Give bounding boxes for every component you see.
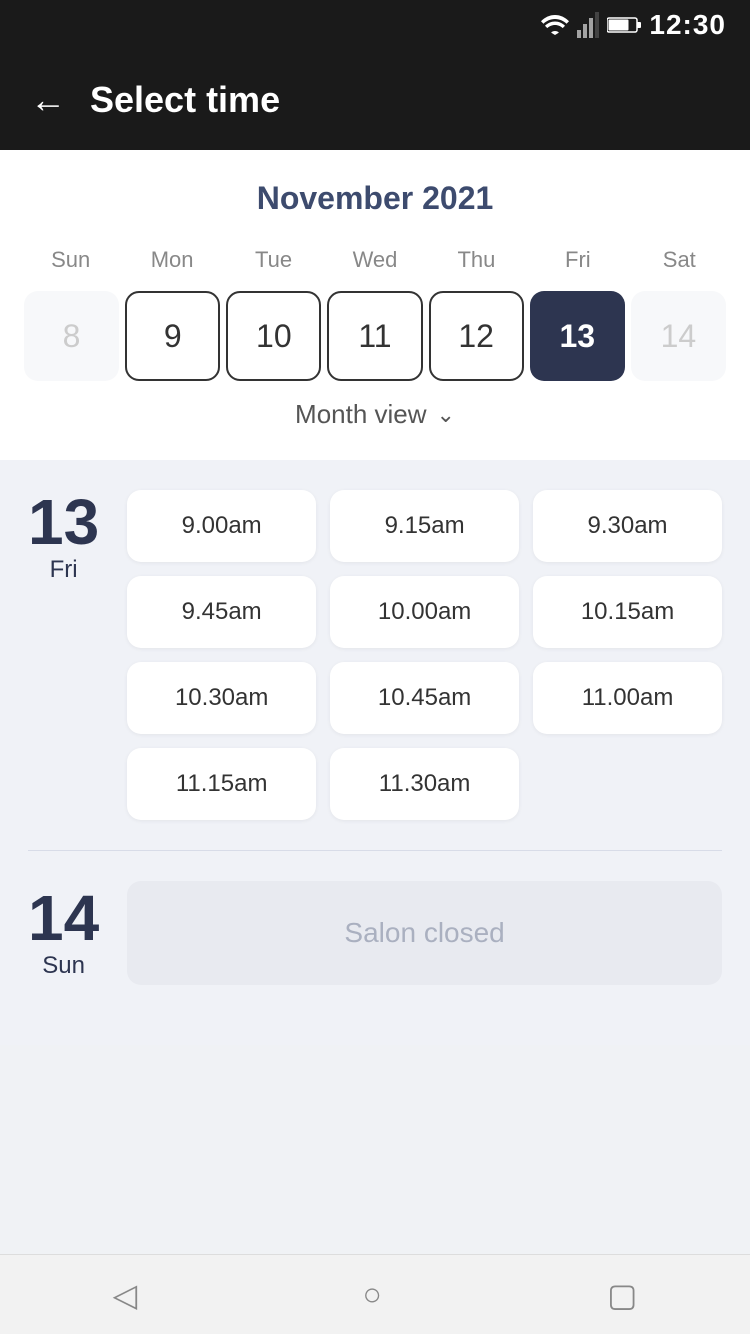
timeslots-grid-13: 9.00am 9.15am 9.30am 9.45am 10.00am 10.1…: [127, 490, 722, 820]
day-header-13: 13 Fri 9.00am 9.15am 9.30am 9.45am 10.00…: [28, 490, 722, 820]
timeslot-930am[interactable]: 9.30am: [533, 490, 722, 562]
nav-recent-icon[interactable]: ▢: [607, 1276, 637, 1314]
month-view-toggle[interactable]: Month view ⌄: [20, 381, 730, 440]
signal-icon: [577, 12, 599, 38]
calendar-section: November 2021 Sun Mon Tue Wed Thu Fri Sa…: [0, 150, 750, 460]
weekday-wed: Wed: [324, 241, 425, 279]
timeslot-1015am[interactable]: 10.15am: [533, 576, 722, 648]
back-button[interactable]: ←: [30, 82, 66, 118]
timeslot-900am[interactable]: 9.00am: [127, 490, 316, 562]
day-name-13: Fri: [50, 556, 78, 584]
day-section-14: 14 Sun Salon closed: [28, 881, 722, 985]
timeslot-1130am[interactable]: 11.30am: [330, 748, 519, 820]
month-year-label: November 2021: [20, 180, 730, 217]
weekday-fri: Fri: [527, 241, 628, 279]
date-cell-9[interactable]: 9: [125, 291, 220, 381]
timeslots-section: 13 Fri 9.00am 9.15am 9.30am 9.45am 10.00…: [0, 460, 750, 1045]
status-time: 12:30: [649, 9, 726, 41]
timeslot-1000am[interactable]: 10.00am: [330, 576, 519, 648]
date-cell-10[interactable]: 10: [226, 291, 321, 381]
salon-closed-block: 14 Sun Salon closed: [28, 881, 722, 985]
battery-icon: [607, 16, 641, 34]
day-section-13: 13 Fri 9.00am 9.15am 9.30am 9.45am 10.00…: [28, 490, 722, 820]
day-number-14: 14: [28, 886, 99, 950]
dates-row: 8 9 10 11 12 13 14: [20, 291, 730, 381]
chevron-down-icon: ⌄: [437, 402, 455, 428]
weekday-mon: Mon: [121, 241, 222, 279]
timeslot-1100am[interactable]: 11.00am: [533, 662, 722, 734]
day-number-block-13: 13 Fri: [28, 490, 99, 584]
page-title: Select time: [90, 79, 280, 121]
timeslot-1115am[interactable]: 11.15am: [127, 748, 316, 820]
timeslot-1045am[interactable]: 10.45am: [330, 662, 519, 734]
weekdays-row: Sun Mon Tue Wed Thu Fri Sat: [20, 241, 730, 279]
date-cell-12[interactable]: 12: [429, 291, 524, 381]
day-number-block-14: 14 Sun: [28, 886, 99, 980]
weekday-sat: Sat: [629, 241, 730, 279]
timeslot-945am[interactable]: 9.45am: [127, 576, 316, 648]
wifi-icon: [541, 15, 569, 35]
status-icons: 12:30: [541, 9, 726, 41]
date-cell-8[interactable]: 8: [24, 291, 119, 381]
salon-closed-card: Salon closed: [127, 881, 722, 985]
nav-back-icon[interactable]: ◁: [113, 1276, 138, 1314]
bottom-spacer: [0, 1045, 750, 1125]
weekday-thu: Thu: [426, 241, 527, 279]
month-view-label: Month view: [295, 399, 427, 430]
status-bar: 12:30: [0, 0, 750, 50]
weekday-sun: Sun: [20, 241, 121, 279]
nav-home-icon[interactable]: ○: [363, 1276, 382, 1313]
date-cell-14[interactable]: 14: [631, 291, 726, 381]
timeslot-1030am[interactable]: 10.30am: [127, 662, 316, 734]
header: ← Select time: [0, 50, 750, 150]
date-cell-11[interactable]: 11: [327, 291, 422, 381]
day-number-13: 13: [28, 490, 99, 554]
weekday-tue: Tue: [223, 241, 324, 279]
day-name-14: Sun: [42, 952, 85, 980]
date-cell-13[interactable]: 13: [530, 291, 625, 381]
day-separator: [28, 850, 722, 851]
timeslot-915am[interactable]: 9.15am: [330, 490, 519, 562]
bottom-nav: ◁ ○ ▢: [0, 1254, 750, 1334]
